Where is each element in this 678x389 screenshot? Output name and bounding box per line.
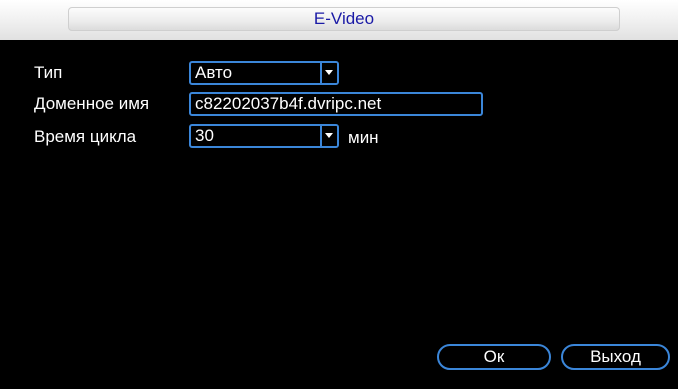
chevron-down-icon (325, 133, 333, 138)
title-panel: E-Video (68, 7, 620, 31)
cycle-time-value: 30 (195, 126, 214, 145)
exit-button[interactable]: Выход (561, 344, 670, 370)
chevron-down-icon (325, 70, 333, 75)
cycle-time-select[interactable]: 30 (189, 124, 339, 148)
e-video-dialog: E-Video Тип Авто Доменное имя c82202037b… (0, 0, 678, 389)
type-label: Тип (34, 63, 63, 82)
cycle-time-dropdown-button[interactable] (320, 126, 337, 146)
cycle-time-label: Время цикла (34, 127, 137, 146)
dialog-body: Тип Авто Доменное имя c82202037b4f.dvrip… (0, 40, 678, 389)
dialog-title: E-Video (313, 9, 375, 28)
type-select-value: Авто (195, 63, 233, 82)
domain-input-value: c82202037b4f.dvripc.net (195, 94, 382, 113)
title-bar: E-Video (0, 0, 678, 40)
domain-label: Доменное имя (34, 94, 150, 113)
cycle-time-unit: мин (348, 128, 379, 147)
type-select[interactable]: Авто (189, 61, 339, 85)
type-dropdown-button[interactable] (320, 63, 337, 83)
ok-button[interactable]: Ок (437, 344, 551, 370)
domain-input[interactable]: c82202037b4f.dvripc.net (189, 92, 483, 116)
